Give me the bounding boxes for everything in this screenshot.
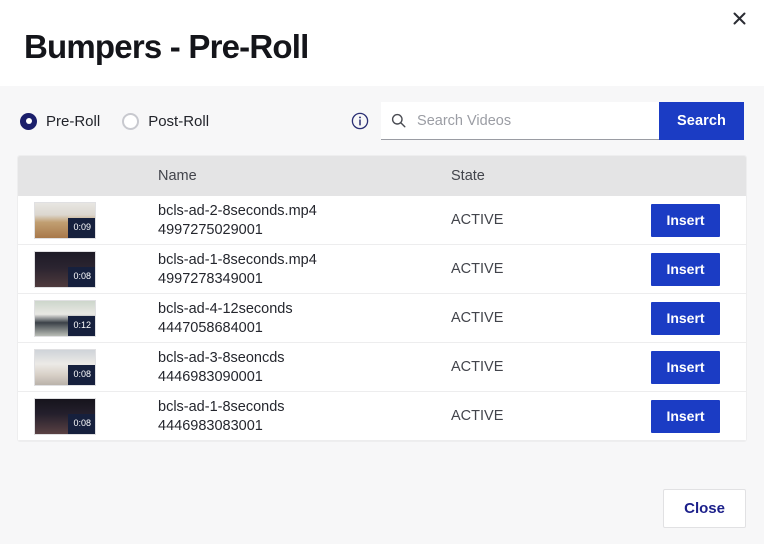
duration-badge: 0:08 [68, 365, 95, 385]
cell-state: ACTIVE [451, 261, 651, 277]
dialog-header: Bumpers - Pre-Roll [0, 0, 764, 86]
cell-state: ACTIVE [451, 212, 651, 228]
cell-thumbnail: 0:08 [18, 398, 158, 435]
duration-badge: 0:08 [68, 267, 95, 287]
cell-action: Insert [651, 302, 746, 335]
cell-name: bcls-ad-1-8seconds.mp4 4997278349001 [158, 252, 451, 287]
cell-name: bcls-ad-2-8seconds.mp4 4997275029001 [158, 203, 451, 238]
bumper-type-radio-group: Pre-Roll Post-Roll [20, 113, 209, 130]
video-thumbnail[interactable]: 0:12 [34, 300, 96, 337]
cell-name: bcls-ad-3-8seoncds 4446983090001 [158, 350, 451, 385]
video-name: bcls-ad-1-8seconds [158, 399, 451, 415]
video-thumbnail[interactable]: 0:09 [34, 202, 96, 239]
table-row: 0:08 bcls-ad-1-8seconds.mp4 4997278349001A… [18, 245, 746, 294]
search-icon [391, 113, 406, 128]
cell-action: Insert [651, 400, 746, 433]
controls-row: Pre-Roll Post-Roll [18, 86, 746, 156]
duration-badge: 0:12 [68, 316, 95, 336]
cell-action: Insert [651, 253, 746, 286]
insert-button[interactable]: Insert [651, 400, 720, 433]
info-icon[interactable] [351, 112, 369, 130]
cell-thumbnail: 0:08 [18, 251, 158, 288]
insert-button[interactable]: Insert [651, 351, 720, 384]
radio-pre-roll[interactable]: Pre-Roll [20, 113, 100, 130]
search-button[interactable]: Search [659, 102, 744, 140]
table-row: 0:08 bcls-ad-3-8seoncds 4446983090001ACTIV… [18, 343, 746, 392]
cell-state: ACTIVE [451, 408, 651, 424]
video-name: bcls-ad-2-8seconds.mp4 [158, 203, 451, 219]
video-id: 4446983083001 [158, 418, 451, 434]
video-id: 4997278349001 [158, 271, 451, 287]
video-name: bcls-ad-3-8seoncds [158, 350, 451, 366]
table-row: 0:12 bcls-ad-4-12seconds 4447058684001ACTI… [18, 294, 746, 343]
table-header-row: Name State [18, 156, 746, 196]
close-button[interactable]: Close [663, 489, 746, 528]
radio-label-post-roll: Post-Roll [148, 113, 209, 130]
table-row: 0:09 bcls-ad-2-8seconds.mp4 4997275029001A… [18, 196, 746, 245]
cell-thumbnail: 0:09 [18, 202, 158, 239]
insert-button[interactable]: Insert [651, 302, 720, 335]
duration-badge: 0:09 [68, 218, 95, 238]
radio-label-pre-roll: Pre-Roll [46, 113, 100, 130]
video-thumbnail[interactable]: 0:08 [34, 398, 96, 435]
table-row: 0:08 bcls-ad-1-8seconds 4446983083001ACTIV… [18, 392, 746, 441]
insert-button[interactable]: Insert [651, 204, 720, 237]
radio-post-roll[interactable]: Post-Roll [122, 113, 209, 130]
video-thumbnail[interactable]: 0:08 [34, 349, 96, 386]
cell-action: Insert [651, 351, 746, 384]
video-name: bcls-ad-1-8seconds.mp4 [158, 252, 451, 268]
cell-thumbnail: 0:12 [18, 300, 158, 337]
radio-mark-post-roll [122, 113, 139, 130]
cell-name: bcls-ad-1-8seconds 4446983083001 [158, 399, 451, 434]
cell-state: ACTIVE [451, 310, 651, 326]
duration-badge: 0:08 [68, 414, 95, 434]
search-field[interactable] [381, 102, 659, 140]
insert-button[interactable]: Insert [651, 253, 720, 286]
page-title: Bumpers - Pre-Roll [24, 30, 309, 63]
cell-action: Insert [651, 204, 746, 237]
video-name: bcls-ad-4-12seconds [158, 301, 451, 317]
radio-mark-pre-roll [20, 113, 37, 130]
close-icon[interactable] [726, 5, 752, 31]
dialog-body: Pre-Roll Post-Roll [0, 86, 764, 544]
search-input[interactable] [417, 113, 649, 129]
video-id: 4446983090001 [158, 369, 451, 385]
cell-name: bcls-ad-4-12seconds 4447058684001 [158, 301, 451, 336]
table-body: 0:09bcls-ad-2-8seconds.mp44997275029001A… [18, 196, 746, 441]
column-header-state: State [451, 168, 651, 184]
video-id: 4447058684001 [158, 320, 451, 336]
cell-state: ACTIVE [451, 359, 651, 375]
videos-table: Name State 0:09 bcls-ad-2-8seconds.mp4 499… [18, 156, 746, 441]
cell-thumbnail: 0:08 [18, 349, 158, 386]
video-id: 4997275029001 [158, 222, 451, 238]
search-control: Search [381, 102, 744, 140]
dialog-footer: Close [18, 489, 746, 528]
search-area: Search [351, 102, 744, 140]
video-thumbnail[interactable]: 0:08 [34, 251, 96, 288]
column-header-name: Name [158, 168, 451, 184]
